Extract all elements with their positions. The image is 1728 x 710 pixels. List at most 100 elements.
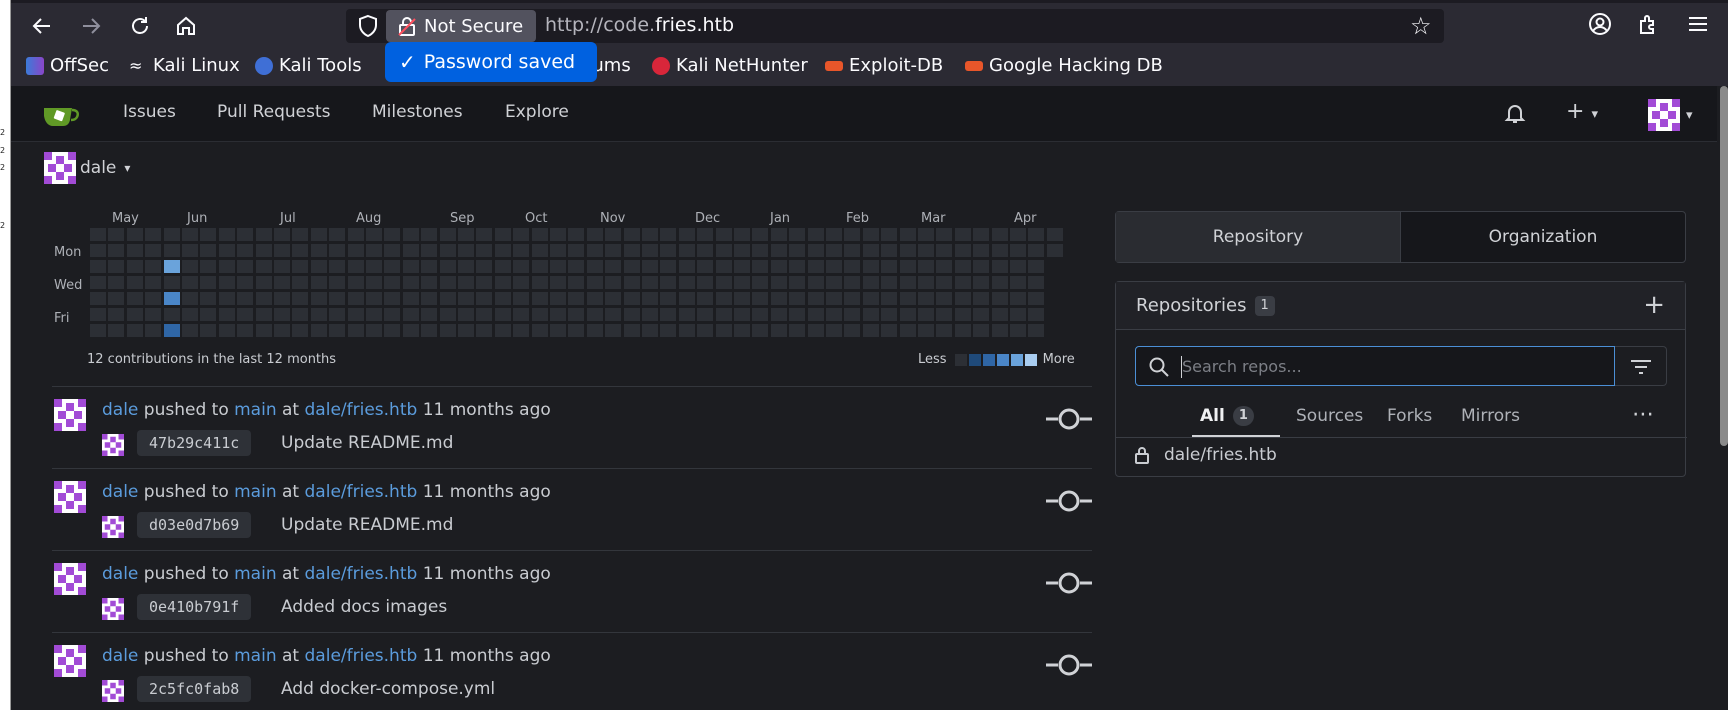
heatmap-cell[interactable] — [1010, 228, 1026, 241]
heatmap-cell[interactable] — [531, 276, 548, 289]
heatmap-cell[interactable] — [90, 244, 106, 257]
heatmap-cell[interactable] — [458, 276, 474, 289]
heatmap-cell[interactable] — [734, 260, 750, 273]
feed-user-link[interactable]: dale — [102, 646, 138, 666]
scrollbar[interactable] — [1720, 86, 1728, 446]
heatmap-cell[interactable] — [623, 228, 640, 241]
heatmap-cell[interactable] — [826, 292, 842, 305]
heatmap-cell[interactable] — [163, 260, 180, 273]
heatmap-cell[interactable] — [899, 276, 916, 289]
heatmap-cell[interactable] — [237, 260, 254, 273]
heatmap-cell[interactable] — [936, 324, 953, 337]
heatmap-cell[interactable] — [237, 308, 254, 321]
heatmap-cell[interactable] — [163, 276, 180, 289]
heatmap-cell[interactable] — [807, 324, 824, 337]
heatmap-cell[interactable] — [200, 244, 217, 257]
heatmap-cell[interactable] — [862, 276, 879, 289]
heatmap-cell[interactable] — [586, 292, 603, 305]
feed-user-link[interactable]: dale — [102, 564, 138, 584]
heatmap-cell[interactable] — [1028, 228, 1045, 241]
heatmap-cell[interactable] — [145, 292, 162, 305]
heatmap-cell[interactable] — [623, 276, 640, 289]
heatmap-cell[interactable] — [200, 276, 217, 289]
heatmap-cell[interactable] — [531, 324, 548, 337]
home-button[interactable] — [168, 8, 204, 44]
heatmap-cell[interactable] — [200, 260, 217, 273]
heatmap-cell[interactable] — [439, 276, 456, 289]
heatmap-cell[interactable] — [145, 276, 162, 289]
heatmap-cell[interactable] — [697, 308, 714, 321]
heatmap-cell[interactable] — [550, 308, 566, 321]
heatmap-cell[interactable] — [826, 228, 842, 241]
heatmap-cell[interactable] — [789, 244, 806, 257]
heatmap-cell[interactable] — [789, 260, 806, 273]
heatmap-cell[interactable] — [918, 276, 934, 289]
heatmap-cell[interactable] — [642, 308, 658, 321]
heatmap-cell[interactable] — [200, 308, 217, 321]
heatmap-cell[interactable] — [770, 324, 787, 337]
heatmap-cell[interactable] — [881, 276, 898, 289]
heatmap-cell[interactable] — [458, 228, 474, 241]
heatmap-cell[interactable] — [550, 228, 566, 241]
heatmap-cell[interactable] — [936, 228, 953, 241]
gitea-logo-icon[interactable] — [42, 102, 82, 128]
heatmap-cell[interactable] — [605, 292, 622, 305]
heatmap-cell[interactable] — [899, 324, 916, 337]
heatmap-cell[interactable] — [826, 308, 842, 321]
heatmap-cell[interactable] — [274, 228, 290, 241]
heatmap-cell[interactable] — [200, 324, 217, 337]
heatmap-cell[interactable] — [126, 228, 143, 241]
account-icon[interactable] — [1588, 12, 1612, 36]
heatmap-cell[interactable] — [108, 244, 125, 257]
nav-issues[interactable]: Issues — [123, 102, 176, 122]
heatmap-cell[interactable] — [366, 276, 382, 289]
heatmap-cell[interactable] — [550, 260, 566, 273]
heatmap-cell[interactable] — [310, 228, 327, 241]
heatmap-cell[interactable] — [145, 324, 162, 337]
heatmap-cell[interactable] — [734, 292, 750, 305]
heatmap-cell[interactable] — [255, 244, 272, 257]
heatmap-cell[interactable] — [531, 260, 548, 273]
user-avatar[interactable] — [54, 563, 86, 595]
heatmap-cell[interactable] — [366, 228, 382, 241]
heatmap-cell[interactable] — [494, 228, 511, 241]
heatmap-cell[interactable] — [494, 292, 511, 305]
heatmap-cell[interactable] — [108, 324, 125, 337]
heatmap-cell[interactable] — [384, 228, 401, 241]
heatmap-cell[interactable] — [458, 260, 474, 273]
tab-repository[interactable]: Repository — [1116, 212, 1401, 262]
heatmap-cell[interactable] — [936, 260, 953, 273]
heatmap-cell[interactable] — [973, 260, 990, 273]
heatmap-cell[interactable] — [844, 308, 861, 321]
heatmap-cell[interactable] — [770, 228, 787, 241]
heatmap-cell[interactable] — [384, 324, 401, 337]
heatmap-cell[interactable] — [862, 244, 879, 257]
heatmap-cell[interactable] — [954, 244, 971, 257]
heatmap-cell[interactable] — [494, 244, 511, 257]
heatmap-cell[interactable] — [163, 308, 180, 321]
heatmap-cell[interactable] — [402, 324, 419, 337]
shield-icon[interactable] — [356, 14, 380, 38]
heatmap-cell[interactable] — [237, 244, 254, 257]
heatmap-cell[interactable] — [844, 292, 861, 305]
heatmap-cell[interactable] — [1028, 244, 1045, 257]
heatmap-cell[interactable] — [126, 292, 143, 305]
heatmap-cell[interactable] — [402, 244, 419, 257]
heatmap-cell[interactable] — [421, 260, 438, 273]
heatmap-cell[interactable] — [660, 308, 677, 321]
heatmap-cell[interactable] — [605, 308, 622, 321]
heatmap-cell[interactable] — [274, 292, 290, 305]
heatmap-cell[interactable] — [973, 244, 990, 257]
heatmap-cell[interactable] — [458, 244, 474, 257]
user-avatar[interactable] — [54, 481, 86, 513]
heatmap-cell[interactable] — [108, 292, 125, 305]
heatmap-cell[interactable] — [660, 228, 677, 241]
heatmap-cell[interactable] — [90, 324, 106, 337]
heatmap-cell[interactable] — [678, 292, 695, 305]
heatmap-cell[interactable] — [936, 244, 953, 257]
heatmap-cell[interactable] — [807, 244, 824, 257]
heatmap-cell[interactable] — [494, 324, 511, 337]
heatmap-cell[interactable] — [274, 260, 290, 273]
heatmap-cell[interactable] — [789, 228, 806, 241]
heatmap-cell[interactable] — [881, 324, 898, 337]
